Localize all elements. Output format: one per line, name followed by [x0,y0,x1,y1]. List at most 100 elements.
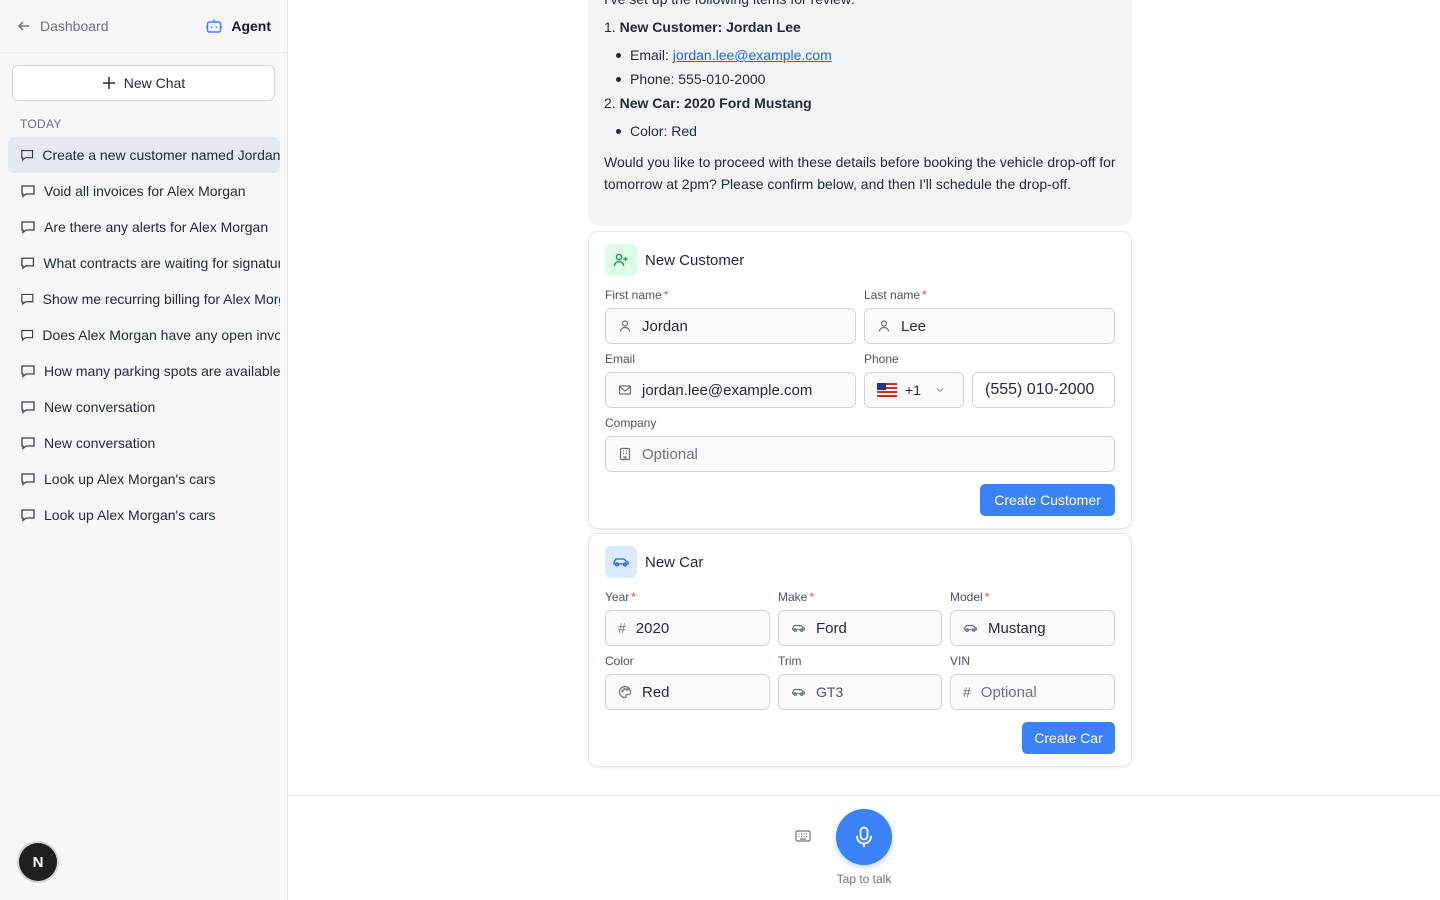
field-placeholder: Optional [642,445,698,463]
card-header: New Customer [605,244,744,276]
phone-label: Phone [864,352,899,366]
phone-number-field[interactable]: (555) 010-2000 [972,372,1115,408]
field-value: Jordan [642,317,688,335]
conversation-item[interactable]: Look up Alex Morgan's cars [8,497,280,533]
last-name-label: Last name * [864,288,927,302]
color-label: Color [605,654,634,668]
message-closing: Would you like to proceed with these det… [604,154,1116,192]
back-to-dashboard-link[interactable]: Dashboard [16,18,109,34]
chat-bubble-icon [21,257,35,270]
email-field[interactable]: jordan.lee@example.com [605,372,856,408]
label-text: Year [605,590,630,604]
review-item-customer: 1. New Customer: Jordan Lee [604,16,1116,38]
create-customer-button[interactable]: Create Customer [980,484,1115,516]
year-label: Year * [605,590,636,604]
conversation-item[interactable]: Look up Alex Morgan's cars [8,461,280,497]
chat-bubble-icon [21,473,35,486]
card-title: New Car [645,553,704,571]
required-mark: * [984,590,990,604]
last-name-field[interactable]: Lee [864,308,1115,344]
back-label: Dashboard [40,18,109,34]
company-field[interactable]: Optional [605,436,1115,472]
conversation-item[interactable]: Void all invoices for Alex Morgan [8,173,280,209]
field-value: Ford [816,619,847,637]
car-icon [605,546,637,578]
email-link[interactable]: jordan.lee@example.com [673,47,832,63]
conversation-item[interactable]: New conversation [8,389,280,425]
new-customer-card: New Customer First name * Jordan Last nam… [588,231,1132,529]
country-code-select[interactable]: +1 [864,372,964,408]
new-chat-label: New Chat [123,75,186,91]
chat-bubble-icon [21,293,34,306]
conversation-item[interactable]: Does Alex Morgan have any open invoices [8,317,280,353]
assistant-message: I've set up the following items for revi… [588,0,1132,226]
conversation-item[interactable]: Create a new customer named Jordan Lee [8,137,280,173]
arrow-left-icon [17,21,29,31]
palette-icon [618,685,632,699]
vin-label: VIN [950,654,971,668]
required-mark: * [922,288,927,302]
conversation-title: Are there any alerts for Alex Morgan [44,219,269,235]
new-car-card: New Car Year * # 2020 Make * Ford Model * M… [588,533,1132,767]
model-label: Model * [950,590,989,604]
field-value: Red [642,683,670,701]
conversation-item[interactable]: New conversation [8,425,280,461]
vin-field[interactable]: # Optional [950,674,1115,710]
color-field[interactable]: Red [605,674,770,710]
chat-bubble-icon [21,329,34,342]
list-number: 1. [604,19,616,35]
voice-input-bar: Tap to talk [288,795,1440,900]
user-plus-icon [605,244,637,276]
year-field[interactable]: # 2020 [605,610,770,646]
field-value: Mustang [988,619,1046,637]
hash-icon: # [963,684,971,700]
create-car-button[interactable]: Create Car [1022,722,1115,754]
first-name-field[interactable]: Jordan [605,308,856,344]
trim-field[interactable]: GT3 [778,674,942,710]
microphone-button[interactable] [836,809,892,865]
chat-bubble-icon [21,149,34,162]
conversation-item[interactable]: Are there any alerts for Alex Morgan [8,209,280,245]
email-label: Email [605,352,636,366]
user-icon [619,320,631,332]
conversation-title: Show me recurring billing for Alex Morga… [42,291,280,307]
car-icon [792,688,805,696]
field-value: Lee [901,317,927,335]
conversation-title: Void all invoices for Alex Morgan [44,183,246,199]
review-detail-email: Email: jordan.lee@example.com [604,44,1116,66]
review-item-title: New Customer: Jordan Lee [619,19,801,35]
company-label: Company [605,416,657,430]
card-title: New Customer [645,251,745,269]
review-detail-color: Color: Red [604,120,1116,142]
label-text: Last name [864,288,921,302]
model-field[interactable]: Mustang [950,610,1115,646]
make-field[interactable]: Ford [778,610,942,646]
keyboard-icon[interactable] [795,829,811,847]
review-item-title: New Car: 2020 Ford Mustang [619,95,812,111]
agent-label: Agent [231,18,271,34]
conversation-title: Look up Alex Morgan's cars [44,471,216,487]
us-flag-icon [877,383,897,397]
label-text: First name [605,288,662,302]
chat-bubble-icon [21,221,35,234]
new-chat-button[interactable]: New Chat [12,65,275,101]
car-icon [964,624,977,632]
chat-bubble-icon [21,185,35,198]
building-icon [619,447,631,461]
make-label: Make * [778,590,814,604]
required-mark: * [631,590,636,604]
user-avatar[interactable]: N [19,843,57,881]
label-text: Model [950,590,983,604]
required-mark: * [809,590,815,604]
car-icon [792,624,805,632]
sidebar-header: Dashboard Agent [0,0,287,53]
field-value: jordan.lee@example.com [642,381,813,399]
conversation-item[interactable]: How many parking spots are available [8,353,280,389]
chat-main: I've set up the following items for revi… [288,0,1440,900]
chat-bubble-icon [21,365,35,378]
conversation-item[interactable]: Show me recurring billing for Alex Morga… [8,281,280,317]
field-placeholder: Optional [980,683,1037,701]
message-intro: I've set up the following items for revi… [604,0,855,10]
chevron-down-icon [936,388,944,393]
conversation-item[interactable]: What contracts are waiting for signature [8,245,280,281]
